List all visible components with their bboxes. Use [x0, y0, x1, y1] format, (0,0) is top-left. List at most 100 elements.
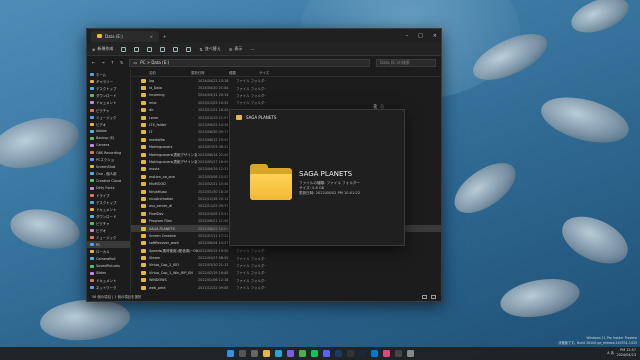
sidebar-item[interactable]: ダウンロード [87, 213, 130, 220]
minimize-icon[interactable]: – [406, 33, 409, 39]
sort-button[interactable]: ⇅ 並べ替え [199, 46, 220, 52]
tab-data-drive[interactable]: Data (E:) × [91, 30, 159, 42]
back-icon[interactable]: ← [92, 60, 95, 65]
folder-icon [141, 189, 146, 194]
table-row[interactable]: Steam 2022/04/27 08:55 ファイル フォルダー [131, 254, 441, 261]
sidebar-item[interactable]: ダウンロード [87, 92, 130, 99]
task-view-icon[interactable] [250, 350, 258, 357]
vscode-icon[interactable] [370, 350, 378, 357]
obs-icon[interactable] [346, 350, 354, 357]
edge-icon[interactable] [274, 350, 282, 357]
sidebar-item[interactable]: Adobe [87, 128, 130, 135]
column-type[interactable]: 種類 [229, 70, 259, 75]
sidebar-item[interactable]: ビデオ [87, 121, 130, 128]
sidebar-item[interactable]: ピクチャ [87, 220, 130, 227]
tab-close-icon[interactable]: × [150, 34, 153, 39]
sidebar-item-icon [90, 129, 94, 133]
file-name: ld_Data [149, 86, 162, 91]
column-name[interactable]: 名前 [131, 70, 191, 75]
clock[interactable]: PM 12:57 2024/04/23 [616, 348, 636, 358]
refresh-icon[interactable]: ↻ [120, 60, 123, 65]
table-row[interactable]: incoming 2024/03/11 20:14 ファイル フォルダー [131, 92, 441, 99]
start-icon[interactable] [226, 350, 234, 357]
cut-icon[interactable] [121, 46, 127, 52]
sidebar-item[interactable]: CameraRoll [87, 255, 130, 262]
sidebar-item[interactable]: ネットワーク [87, 284, 130, 291]
column-size[interactable]: サイズ [259, 70, 279, 75]
close-window-icon[interactable]: × [433, 33, 437, 39]
sidebar-item[interactable]: ミュージック [87, 234, 130, 241]
sidebar-item[interactable]: ScreenShot [87, 163, 130, 170]
folder-modified: 更新日時: 2022/08/02 PM 10:01:22 [299, 191, 361, 195]
search-icon[interactable] [238, 350, 246, 357]
copy-icon[interactable] [134, 46, 140, 52]
sidebar-item[interactable]: デスクトップ [87, 199, 130, 206]
add-icon: ⊕ [92, 46, 96, 52]
store-icon[interactable] [286, 350, 294, 357]
table-row[interactable]: ld_Data 2024/04/20 21:04 ファイル フォルダー [131, 84, 441, 91]
sidebar-item[interactable]: PCスクショ [87, 156, 130, 163]
sidebar-item[interactable]: PC [87, 241, 130, 249]
ime-indicator[interactable]: A あ [607, 350, 614, 355]
settings-icon[interactable] [406, 350, 414, 357]
terminal-icon[interactable] [394, 350, 402, 357]
sidebar-item[interactable]: Slides [87, 270, 130, 277]
table-row[interactable]: Virtua_Cop_2_ISO 2022/03/10 21:13 ファイル フォル… [131, 262, 441, 269]
sidebar-item[interactable]: ドキュメント [87, 206, 130, 213]
more-button[interactable]: ··· [250, 47, 254, 52]
share-icon[interactable] [173, 46, 179, 52]
sidebar-item[interactable]: OBS Recording [87, 149, 130, 156]
view-button[interactable]: ☰ 表示 [229, 46, 243, 52]
up-icon[interactable]: ↑ [111, 60, 114, 65]
new-button[interactable]: ⊕ 新規作成 [92, 46, 113, 52]
search-input[interactable]: Data (E:)の検索 [376, 58, 436, 67]
sidebar-item-icon [90, 73, 94, 77]
sidebar-item[interactable]: ピクチャ [87, 106, 130, 113]
sidebar-item[interactable]: SavedPictures [87, 263, 130, 270]
chrome-icon[interactable] [298, 350, 306, 357]
table-row[interactable]: WINDOWS 2022/01/06 12:18 ファイル フォルダー [131, 277, 441, 284]
table-row[interactable]: Virtua_Cop_1_Win_RIP_EN 2022/02/19 16:40 フ… [131, 269, 441, 276]
discord-icon[interactable] [322, 350, 330, 357]
sidebar-item[interactable]: Backup (E) [87, 135, 130, 142]
add-tab-icon[interactable]: + [163, 34, 166, 39]
sidebar-item[interactable]: ギャラリー [87, 78, 130, 85]
paste-icon[interactable] [147, 46, 153, 52]
photoshop-icon[interactable] [334, 350, 342, 357]
sidebar-item[interactable]: ドライブ [87, 192, 130, 199]
file-type: ファイル フォルダー [236, 249, 266, 254]
share-icon[interactable]: ⎘ [374, 104, 377, 110]
table-row[interactable]: web_print 2021/12/22 09:05 ファイル フォルダー [131, 284, 441, 291]
line-icon[interactable] [310, 350, 318, 357]
table-row[interactable]: misc 2023/12/03 10:52 ファイル フォルダー [131, 99, 441, 106]
delete-icon[interactable] [186, 46, 192, 52]
steam-icon[interactable] [358, 350, 366, 357]
sidebar-item[interactable]: ホーム [87, 71, 130, 78]
table-row[interactable]: Speeds(素材使用)(配信用)~Other...2022/05/15 19:… [131, 247, 441, 254]
sidebar-item[interactable]: デスクトップ [87, 85, 130, 92]
sidebar-item[interactable]: ミュージック [87, 114, 130, 121]
file-name: PixelDev [149, 211, 164, 216]
music-icon[interactable] [382, 350, 390, 357]
table-row[interactable]: log 2024/04/22 13:18 ファイル フォルダー [131, 77, 441, 84]
title-bar: Data (E:) × + – □ × [87, 29, 441, 43]
navigation-bar: ← → ↑ ↻ ▭ PC > Data (E:) Data (E:)の検索 [87, 56, 441, 69]
sidebar-item[interactable]: ビデオ [87, 227, 130, 234]
sidebar-item[interactable]: ローカル [87, 248, 130, 255]
address-bar[interactable]: ▭ PC > Data (E:) [129, 58, 370, 67]
sidebar-item[interactable]: Camera [87, 142, 130, 149]
sidebar-item[interactable]: One - 個人用 [87, 170, 130, 177]
forward-icon[interactable]: → [101, 60, 104, 65]
tiles-view-icon[interactable] [431, 294, 436, 299]
sidebar-item[interactable]: Dirty Fonts [87, 185, 130, 192]
rename-icon[interactable] [160, 46, 166, 52]
info-icon[interactable]: ⓘ [380, 104, 384, 110]
column-date[interactable]: 更新日時 [191, 70, 229, 75]
sidebar-item[interactable]: Creative Cloud [87, 177, 130, 184]
status-text: 56 個の項目 | 1 個の項目を選択 [92, 295, 142, 299]
sidebar-item[interactable]: ドキュメント [87, 277, 130, 284]
details-view-icon[interactable] [422, 294, 427, 299]
sidebar-item[interactable]: ドキュメント [87, 99, 130, 106]
maximize-icon[interactable]: □ [418, 33, 423, 39]
explorer-icon[interactable] [262, 350, 270, 357]
